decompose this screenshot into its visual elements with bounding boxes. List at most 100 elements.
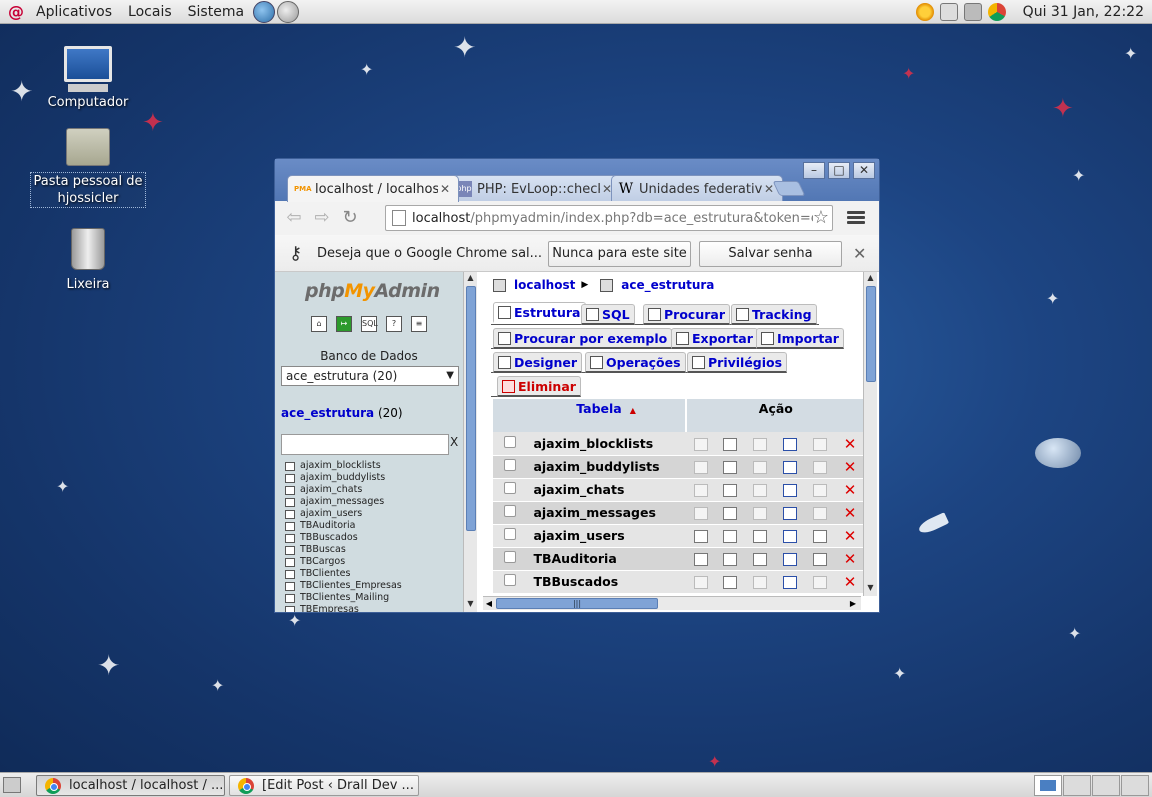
- desktop-icon-computer[interactable]: Computador: [30, 46, 146, 111]
- back-arrow-icon[interactable]: ⇦: [281, 205, 307, 231]
- row-checkbox[interactable]: [504, 435, 517, 448]
- tab-exportar[interactable]: Exportar: [671, 328, 758, 349]
- insert-icon[interactable]: [783, 576, 798, 589]
- drop-icon[interactable]: ✕: [844, 460, 857, 475]
- update-notifier-icon[interactable]: [915, 3, 934, 21]
- search-icon[interactable]: [753, 530, 768, 543]
- tab-procurar-por-exemplo[interactable]: Procurar por exemplo: [493, 328, 673, 349]
- address-bar[interactable]: localhost/phpmyadmin/index.php?db=ace_es…: [385, 205, 833, 231]
- table-name[interactable]: ajaxim_buddylists: [527, 455, 686, 479]
- database-select[interactable]: ace_estrutura (20) ▼: [281, 366, 459, 386]
- empty-icon[interactable]: [813, 507, 828, 520]
- reload-icon[interactable]: ↻: [337, 205, 363, 231]
- table-filter-input[interactable]: [281, 434, 449, 455]
- window-maximize-button[interactable]: □: [828, 162, 850, 179]
- tab-designer[interactable]: Designer: [493, 352, 583, 373]
- nav-table-item[interactable]: TBClientes_Empresas: [285, 580, 402, 592]
- empty-icon[interactable]: [813, 530, 828, 543]
- breadcrumb-server-link[interactable]: localhost: [514, 278, 575, 292]
- insert-icon[interactable]: [783, 553, 798, 566]
- menu-aplicativos[interactable]: Aplicativos: [28, 0, 120, 24]
- desktop-icon-trash[interactable]: Lixeira: [30, 228, 146, 293]
- panel-clock[interactable]: Qui 31 Jan, 22:22: [1009, 4, 1152, 20]
- structure-icon[interactable]: [723, 437, 738, 451]
- table-name[interactable]: ajaxim_chats: [527, 478, 686, 502]
- search-icon[interactable]: [753, 553, 768, 566]
- table-name[interactable]: TBBuscados: [527, 570, 686, 594]
- workspace-1[interactable]: [1034, 775, 1062, 796]
- tab-privilegios[interactable]: Privilégios: [687, 352, 788, 373]
- taskbar-item-localhost[interactable]: localhost / localhost / ...: [36, 775, 225, 796]
- drop-icon[interactable]: ✕: [844, 483, 857, 498]
- workspace-4[interactable]: [1121, 775, 1149, 796]
- window-close-button[interactable]: ✕: [853, 162, 875, 179]
- home-icon[interactable]: ⌂: [311, 316, 327, 332]
- browse-icon[interactable]: [693, 437, 708, 451]
- empty-icon[interactable]: [813, 461, 828, 474]
- drop-icon[interactable]: ✕: [844, 575, 857, 590]
- documentation-icon[interactable]: ?: [386, 316, 402, 332]
- scroll-down-arrow-icon[interactable]: ▼: [464, 598, 477, 610]
- show-desktop-button[interactable]: [3, 777, 21, 793]
- drop-icon[interactable]: ✕: [844, 529, 857, 544]
- row-checkbox[interactable]: [504, 482, 517, 494]
- header-tabela[interactable]: Tabela ▲: [527, 399, 687, 432]
- structure-icon[interactable]: [723, 507, 738, 520]
- row-checkbox[interactable]: [504, 459, 517, 471]
- never-for-site-button[interactable]: Nunca para este site: [548, 241, 691, 267]
- scroll-down-arrow-icon[interactable]: ▼: [864, 582, 877, 594]
- database-link[interactable]: ace_estrutura: [281, 406, 374, 420]
- row-checkbox[interactable]: [504, 505, 517, 517]
- search-icon[interactable]: [753, 461, 768, 474]
- empty-icon[interactable]: [813, 576, 828, 589]
- nav-table-item[interactable]: ajaxim_chats: [285, 484, 402, 496]
- insert-icon[interactable]: [783, 507, 798, 520]
- nav-table-item[interactable]: ajaxim_users: [285, 508, 402, 520]
- nav-table-item[interactable]: TBEmpresas: [285, 604, 402, 612]
- structure-icon[interactable]: [723, 553, 738, 566]
- browse-icon[interactable]: [693, 576, 708, 589]
- structure-icon[interactable]: [723, 530, 738, 543]
- search-icon[interactable]: [753, 507, 768, 520]
- main-frame-scrollbar[interactable]: ▲ ▼: [863, 272, 877, 596]
- drop-icon[interactable]: ✕: [844, 506, 857, 521]
- table-name[interactable]: ajaxim_messages: [527, 501, 686, 525]
- scroll-left-arrow-icon[interactable]: ◀: [483, 597, 495, 610]
- scroll-up-arrow-icon[interactable]: ▲: [464, 272, 477, 284]
- forward-arrow-icon[interactable]: ⇨: [309, 205, 335, 231]
- insert-icon[interactable]: [783, 530, 798, 543]
- nav-table-item[interactable]: TBClientes: [285, 568, 402, 580]
- tab-sql[interactable]: SQL: [581, 304, 635, 325]
- mail-launcher-icon[interactable]: [277, 0, 300, 23]
- infobar-close-icon[interactable]: ✕: [853, 244, 866, 263]
- row-checkbox[interactable]: [504, 574, 517, 586]
- nav-table-item[interactable]: ajaxim_buddylists: [285, 472, 402, 484]
- window-minimize-button[interactable]: –: [803, 162, 825, 179]
- tab-wikipedia[interactable]: W Unidades federativas ✕: [611, 175, 783, 202]
- drop-icon[interactable]: ✕: [844, 436, 857, 451]
- nav-table-item[interactable]: TBClientes_Mailing: [285, 592, 402, 604]
- row-checkbox[interactable]: [504, 551, 517, 563]
- nav-table-item[interactable]: ajaxim_messages: [285, 496, 402, 508]
- tab-importar[interactable]: Importar: [756, 328, 844, 349]
- browse-icon[interactable]: [693, 484, 708, 497]
- insert-icon[interactable]: [783, 484, 798, 497]
- chrome-tray-icon[interactable]: [987, 3, 1006, 21]
- clear-filter-button[interactable]: X: [450, 435, 458, 449]
- nav-table-item[interactable]: ajaxim_blocklists: [285, 460, 402, 472]
- taskbar-item-edit-post[interactable]: [Edit Post ‹ Drall Dev ...: [229, 775, 419, 796]
- table-name[interactable]: TBAuditoria: [527, 547, 686, 571]
- sort-by-table-link[interactable]: Tabela: [576, 401, 622, 416]
- structure-icon[interactable]: [723, 484, 738, 497]
- tab-localhost[interactable]: PMA localhost / localhost ✕: [287, 175, 459, 202]
- main-frame-hscrollbar[interactable]: ◀ ||| ▶: [483, 596, 861, 610]
- scroll-up-arrow-icon[interactable]: ▲: [864, 272, 877, 284]
- nav-table-item[interactable]: TBCargos: [285, 556, 402, 568]
- sql-docs-icon[interactable]: ≡: [411, 316, 427, 332]
- scroll-right-arrow-icon[interactable]: ▶: [847, 597, 859, 610]
- tab-procurar[interactable]: Procurar: [643, 304, 730, 325]
- tab-operacoes[interactable]: Operações: [585, 352, 686, 373]
- structure-icon[interactable]: [723, 576, 738, 589]
- empty-icon[interactable]: [813, 484, 828, 497]
- scroll-thumb[interactable]: [866, 286, 876, 382]
